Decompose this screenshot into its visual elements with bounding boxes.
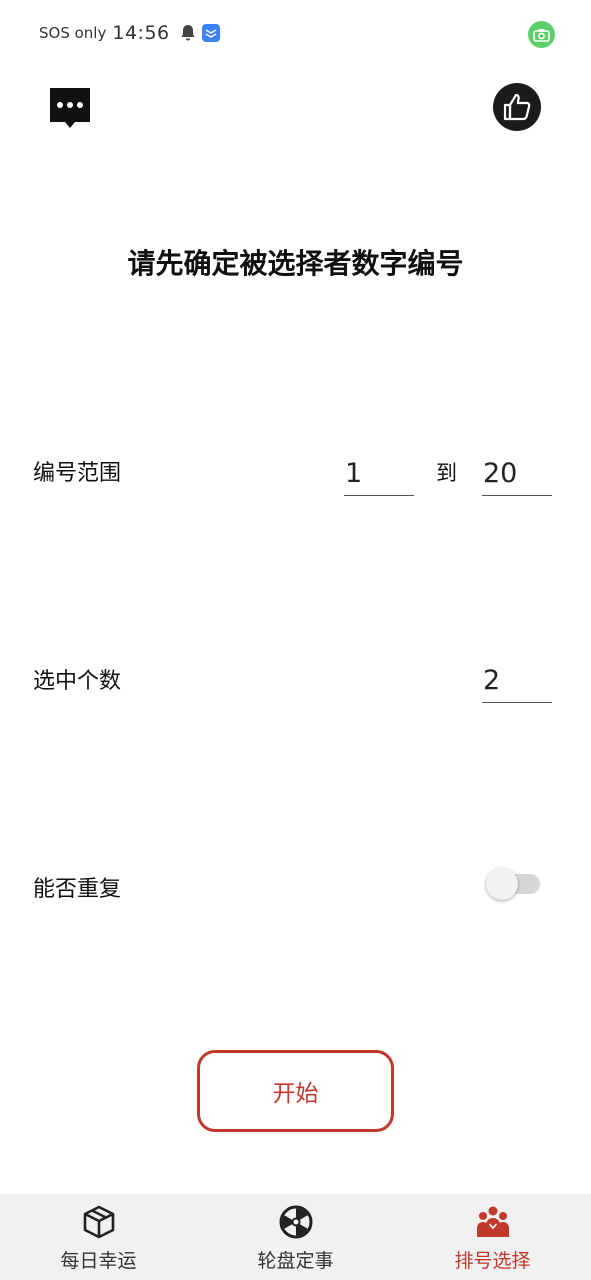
- status-bar: SOS only 14:56: [0, 0, 591, 66]
- app-notification-icon: [201, 24, 220, 42]
- chat-bubble-icon: [50, 88, 90, 128]
- nav-item-wheel[interactable]: 轮盘定事: [197, 1194, 394, 1280]
- box-icon: [83, 1205, 114, 1239]
- like-button[interactable]: [493, 83, 541, 131]
- status-left: SOS only 14:56: [39, 21, 220, 45]
- count-input[interactable]: [482, 659, 552, 703]
- range-from-input[interactable]: [344, 452, 414, 496]
- nav-label-daily-luck: 每日幸运: [60, 1250, 137, 1272]
- count-label: 选中个数: [33, 669, 122, 694]
- range-to-label: 到: [436, 461, 457, 485]
- range-label: 编号范围: [33, 461, 122, 486]
- page-title: 请先确定被选择者数字编号: [127, 247, 464, 280]
- nav-label-queue-select: 排号选择: [454, 1250, 531, 1272]
- carrier-text: SOS only: [39, 24, 107, 42]
- toggle-knob: [486, 868, 518, 900]
- screen: SOS only 14:56 请先确定被选择者数字编号 编号范围 1 到 20 …: [0, 0, 591, 1280]
- nav-label-wheel: 轮盘定事: [257, 1250, 334, 1272]
- bottom-nav: 每日幸运 轮盘定事 排号选择: [0, 1194, 591, 1280]
- clock: 14:56: [112, 22, 170, 44]
- range-to-input[interactable]: [482, 452, 552, 496]
- wheel-icon: [279, 1205, 312, 1239]
- group-icon: [476, 1206, 509, 1237]
- thumbs-up-icon: [503, 93, 531, 121]
- bell-icon: [181, 25, 195, 41]
- repeat-label: 能否重复: [33, 877, 122, 902]
- nav-item-queue-select[interactable]: 排号选择: [394, 1194, 591, 1280]
- repeat-toggle[interactable]: [486, 867, 540, 901]
- start-button[interactable]: 开始: [197, 1050, 394, 1132]
- feedback-button[interactable]: [48, 86, 92, 130]
- camera-in-use-icon: [528, 21, 555, 48]
- nav-item-daily-luck[interactable]: 每日幸运: [0, 1194, 197, 1280]
